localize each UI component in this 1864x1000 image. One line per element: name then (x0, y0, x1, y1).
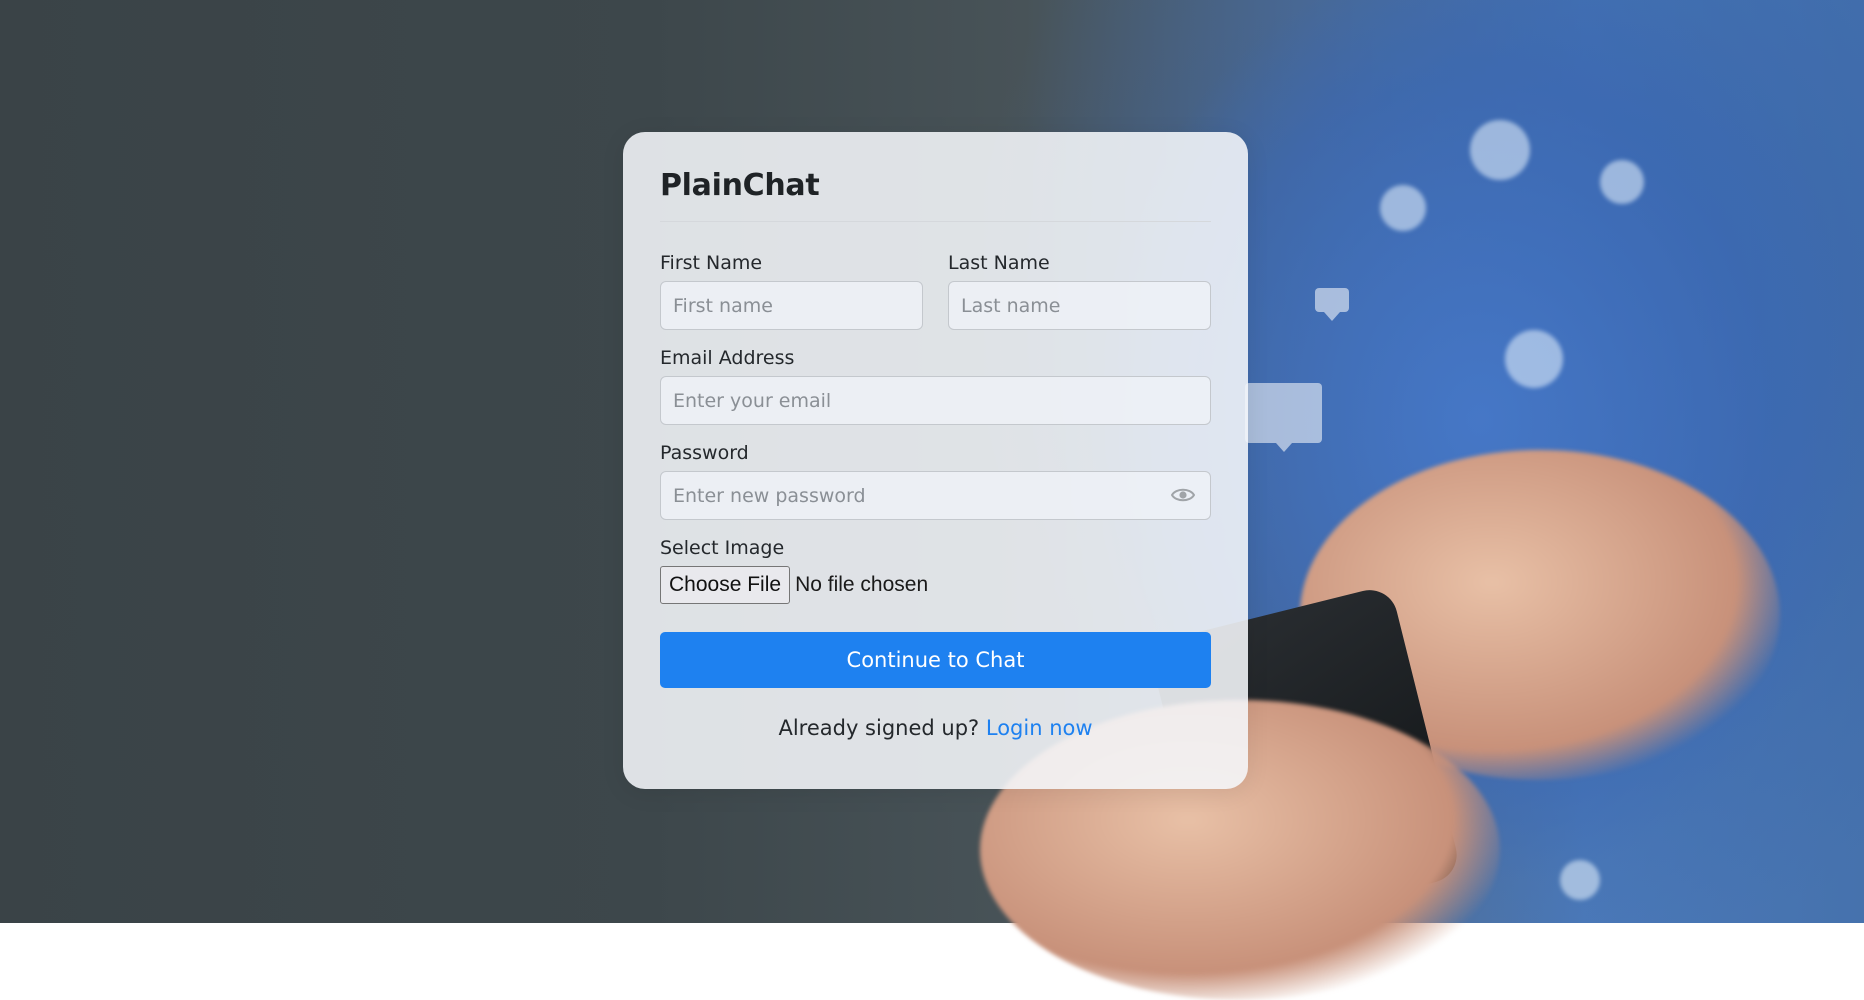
login-now-link[interactable]: Login now (986, 716, 1093, 740)
bokeh-light (1470, 120, 1530, 180)
app-logo: PlainChat (660, 168, 820, 203)
password-label: Password (660, 442, 749, 464)
email-group: Email Address (660, 347, 1211, 425)
email-label: Email Address (660, 347, 795, 369)
file-status-text: No file chosen (795, 573, 929, 596)
continue-to-chat-button[interactable]: Continue to Chat (660, 632, 1211, 688)
header-divider (660, 221, 1211, 222)
first-name-input[interactable] (660, 281, 923, 330)
first-name-label: First Name (660, 252, 763, 274)
first-name-group: First Name (660, 252, 923, 330)
last-name-input[interactable] (948, 281, 1211, 330)
email-input[interactable] (660, 376, 1211, 425)
chat-bubble-icon (1315, 288, 1349, 321)
last-name-label: Last Name (948, 252, 1050, 274)
bokeh-light (1380, 185, 1426, 231)
last-name-group: Last Name (948, 252, 1211, 330)
chat-bubble-icon (1245, 383, 1322, 452)
password-input[interactable] (660, 471, 1211, 520)
password-wrapper (660, 471, 1211, 520)
bokeh-light (1600, 160, 1644, 204)
choose-file-button[interactable]: Choose File (660, 566, 791, 604)
eye-icon[interactable] (1170, 486, 1196, 504)
image-label: Select Image (660, 537, 785, 559)
login-prompt-text: Already signed up? (778, 716, 980, 740)
bokeh-light (1560, 860, 1600, 900)
image-group: Select Image Choose File No file chosen (660, 537, 1211, 604)
file-picker: Choose File No file chosen (660, 566, 1211, 604)
bokeh-light (1505, 330, 1563, 388)
name-row: First Name Last Name (660, 252, 1211, 330)
signup-card: PlainChat First Name Last Name Email Add… (623, 132, 1248, 789)
login-prompt: Already signed up? Login now (660, 716, 1211, 740)
password-group: Password (660, 442, 1211, 520)
